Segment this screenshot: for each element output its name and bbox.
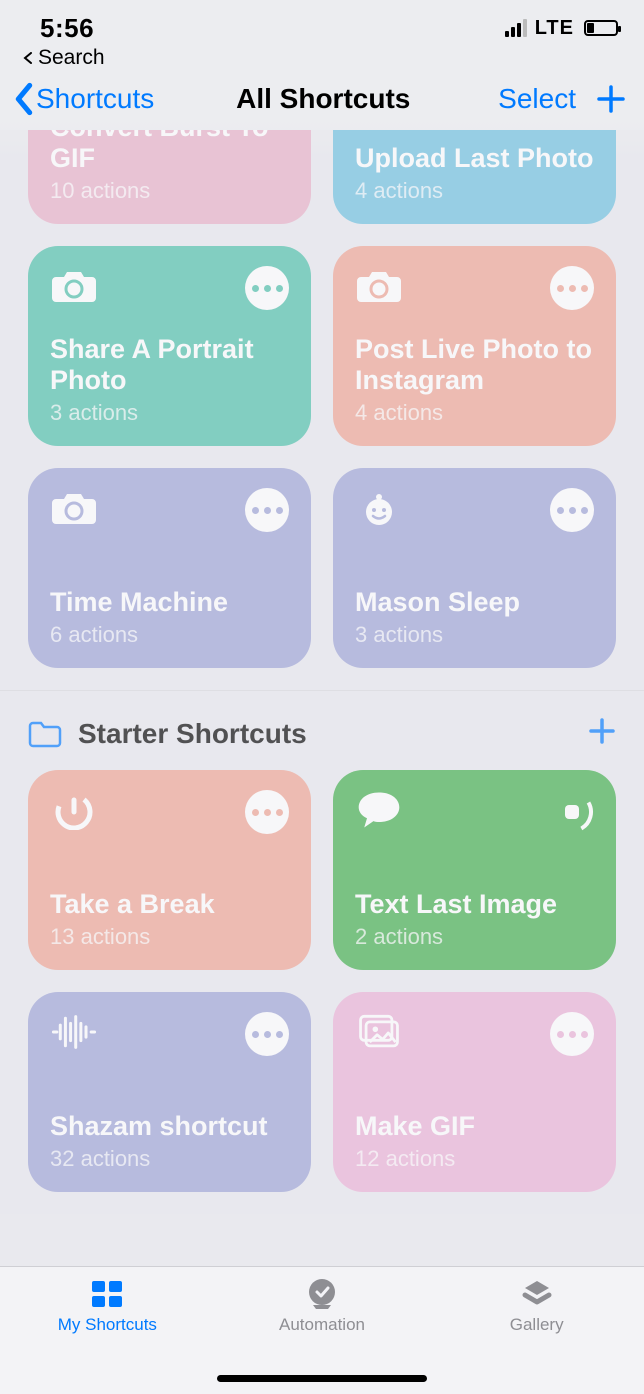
photos-icon	[355, 1012, 403, 1052]
battery-icon	[584, 20, 618, 36]
card-more-button[interactable]	[550, 1012, 594, 1056]
shortcut-grid-main: Convert Burst To GIF 10 actions Upload Las…	[0, 130, 644, 690]
back-to-app-label: Search	[38, 46, 105, 70]
shortcut-card[interactable]: Take a Break 13 actions	[28, 770, 311, 970]
tab-my-shortcuts[interactable]: My Shortcuts	[0, 1277, 215, 1394]
chatplus-icon	[355, 790, 403, 830]
card-subtitle: 32 actions	[50, 1146, 289, 1172]
card-title: Convert Burst To GIF	[50, 130, 289, 174]
nav-bar: Shortcuts All Shortcuts Select	[0, 76, 644, 130]
status-time: 5:56	[40, 13, 94, 44]
section-header-starter: Starter Shortcuts	[0, 691, 644, 770]
tab-label: My Shortcuts	[58, 1315, 157, 1335]
shortcut-card[interactable]: Share A Portrait Photo 3 actions	[28, 246, 311, 446]
section-title: Starter Shortcuts	[78, 718, 572, 750]
card-title: Shazam shortcut	[50, 1111, 289, 1142]
card-more-button[interactable]	[245, 266, 289, 310]
baby-icon	[355, 488, 403, 528]
shortcut-card[interactable]: Shazam shortcut 32 actions	[28, 992, 311, 1192]
card-subtitle: 6 actions	[50, 622, 289, 648]
tab-gallery[interactable]: Gallery	[429, 1277, 644, 1394]
shortcut-grid-starter: Take a Break 13 actions Text Last Image 2 a…	[0, 770, 644, 1214]
status-right: LTE	[505, 17, 618, 40]
card-subtitle: 13 actions	[50, 924, 289, 950]
card-more-button[interactable]	[245, 1012, 289, 1056]
card-subtitle: 4 actions	[355, 400, 594, 426]
card-subtitle: 3 actions	[355, 622, 594, 648]
running-indicator[interactable]	[550, 790, 594, 834]
status-bar: 5:56 LTE	[0, 0, 644, 46]
card-title: Make GIF	[355, 1111, 594, 1142]
shortcut-card[interactable]: Post Live Photo to Instagram 4 actions	[333, 246, 616, 446]
shortcut-card[interactable]: Upload Last Photo 4 actions	[333, 130, 616, 224]
shortcut-card[interactable]: Make GIF 12 actions	[333, 992, 616, 1192]
plus-icon	[596, 84, 626, 114]
card-title: Time Machine	[50, 587, 289, 618]
card-title: Take a Break	[50, 889, 289, 920]
gallery-icon	[518, 1277, 556, 1311]
card-subtitle: 12 actions	[355, 1146, 594, 1172]
card-more-button[interactable]	[245, 488, 289, 532]
plus-icon	[588, 717, 616, 745]
card-title: Post Live Photo to Instagram	[355, 334, 594, 396]
nav-back-label: Shortcuts	[36, 83, 154, 115]
section-add-button[interactable]	[588, 717, 616, 750]
shortcut-card[interactable]: Mason Sleep 3 actions	[333, 468, 616, 668]
card-subtitle: 4 actions	[355, 178, 594, 204]
signal-icon	[505, 19, 527, 37]
chevron-left-icon	[12, 82, 36, 116]
card-subtitle: 2 actions	[355, 924, 594, 950]
folder-icon	[28, 720, 62, 748]
back-to-app[interactable]: Search	[0, 46, 644, 76]
network-label: LTE	[535, 17, 574, 40]
nav-back-button[interactable]: Shortcuts	[12, 82, 154, 116]
shortcut-card[interactable]: Convert Burst To GIF 10 actions	[28, 130, 311, 224]
tab-label: Automation	[279, 1315, 365, 1335]
camera-icon	[355, 266, 403, 306]
add-shortcut-button[interactable]	[596, 84, 626, 114]
shortcut-card[interactable]: Time Machine 6 actions	[28, 468, 311, 668]
card-more-button[interactable]	[550, 488, 594, 532]
automation-icon	[303, 1277, 341, 1311]
home-indicator[interactable]	[217, 1375, 427, 1382]
card-subtitle: 10 actions	[50, 178, 289, 204]
timer-icon	[50, 790, 98, 830]
caret-left-icon	[22, 52, 34, 64]
grid-icon	[88, 1277, 126, 1311]
card-title: Share A Portrait Photo	[50, 334, 289, 396]
page-title: All Shortcuts	[148, 83, 498, 115]
card-more-button[interactable]	[245, 790, 289, 834]
card-title: Upload Last Photo	[355, 143, 594, 174]
camera-icon	[50, 488, 98, 528]
card-subtitle: 3 actions	[50, 400, 289, 426]
wave-icon	[50, 1012, 98, 1052]
select-button[interactable]: Select	[498, 83, 576, 115]
card-title: Mason Sleep	[355, 587, 594, 618]
shortcut-card[interactable]: Text Last Image 2 actions	[333, 770, 616, 970]
card-title: Text Last Image	[355, 889, 594, 920]
tab-label: Gallery	[510, 1315, 564, 1335]
camera-icon	[50, 266, 98, 306]
card-more-button[interactable]	[550, 266, 594, 310]
